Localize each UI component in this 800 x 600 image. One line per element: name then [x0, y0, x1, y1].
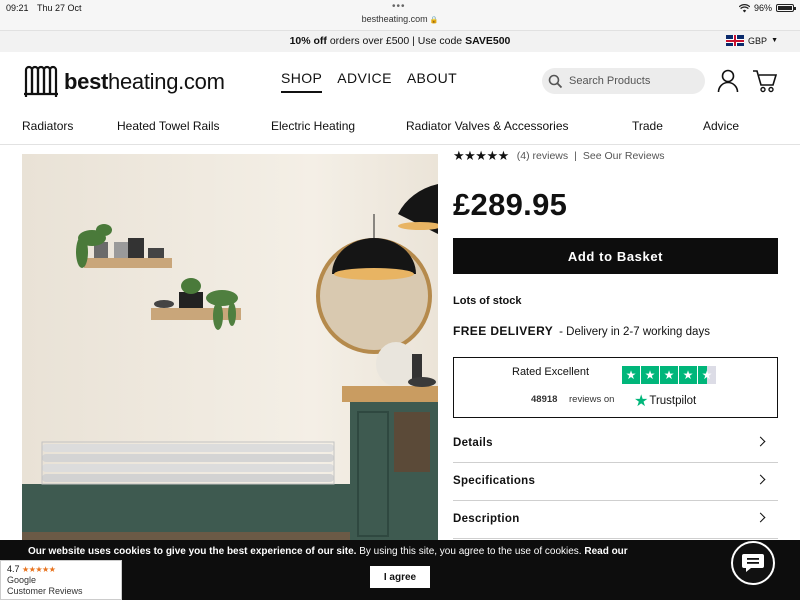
search-input[interactable]	[569, 75, 689, 87]
accordion-details-label: Details	[453, 437, 493, 449]
currency-selector[interactable]: GBP ▼	[726, 35, 778, 46]
chat-bubble-icon	[742, 554, 764, 572]
page: 09:21 Thu 27 Oct ••• bestheating.com 🔒 96…	[0, 0, 800, 600]
nav-advice[interactable]: ADVICE	[337, 70, 392, 93]
lock-icon: 🔒	[429, 17, 439, 24]
category-electric-heating[interactable]: Electric Heating	[271, 119, 355, 133]
main-nav: SHOP ADVICE ABOUT	[281, 70, 457, 93]
rating-separator: |	[574, 150, 577, 162]
accordion-specifications-label: Specifications	[453, 475, 536, 487]
category-trade[interactable]: Trade	[632, 119, 663, 133]
address-bar[interactable]: bestheating.com 🔒	[0, 14, 800, 24]
trustpilot-count: 48918	[531, 394, 560, 405]
trustpilot-reviews-on: reviews on	[569, 394, 615, 405]
basket-icon[interactable]	[752, 69, 778, 93]
product-image[interactable]	[22, 154, 438, 554]
status-right: 96%	[738, 3, 796, 13]
logo-radiator-icon	[24, 65, 58, 97]
rating-stars-icon: ★★★★★	[453, 148, 509, 163]
trustpilot-star-logo-icon: ★	[634, 393, 649, 410]
product-price: £289.95	[453, 187, 568, 222]
promo-offer: 10% off	[289, 35, 327, 47]
cookie-message-bold: Our website uses cookies to give you the…	[28, 546, 357, 557]
nav-shop[interactable]: SHOP	[281, 70, 323, 93]
google-rating: 4.7	[7, 564, 20, 574]
add-to-basket-button[interactable]: Add to Basket	[453, 238, 778, 274]
trustpilot-star-icon: ★	[679, 366, 697, 384]
uk-flag-icon	[726, 35, 745, 46]
category-nav: Radiators Heated Towel Rails Electric He…	[0, 119, 800, 145]
logo-text-bold: best	[64, 69, 109, 94]
category-heated-towel-rails[interactable]: Heated Towel Rails	[117, 119, 220, 133]
delivery-detail: - Delivery in 2-7 working days	[559, 326, 710, 338]
delivery-label: FREE DELIVERY	[453, 324, 554, 338]
search-box[interactable]	[542, 68, 705, 94]
see-reviews-link[interactable]: See Our Reviews	[583, 150, 665, 162]
logo-text-rest: heating.com	[108, 69, 225, 94]
chevron-right-icon	[755, 512, 766, 523]
accordion-details[interactable]: Details	[453, 425, 778, 463]
google-reviews-badge[interactable]: 4.7 ★★★★★ Google Customer Reviews	[0, 560, 122, 600]
accordion-description[interactable]: Description	[453, 501, 778, 539]
cookie-agree-button[interactable]: I agree	[370, 566, 430, 588]
cookie-message: Our website uses cookies to give you the…	[28, 546, 628, 557]
promo-condition: orders over £500 | Use code	[326, 35, 466, 47]
category-radiators[interactable]: Radiators	[22, 119, 73, 133]
delivery-info: FREE DELIVERY - Delivery in 2-7 working d…	[453, 324, 710, 338]
chevron-right-icon	[755, 474, 766, 485]
wifi-icon	[738, 3, 750, 12]
trustpilot-star-icon: ★	[622, 366, 640, 384]
chevron-right-icon	[755, 436, 766, 447]
trustpilot-rated: Rated Excellent	[512, 366, 590, 378]
cookie-read-more-link[interactable]: Read our	[584, 546, 627, 557]
product-photo-illustration	[22, 154, 438, 554]
accordion-description-label: Description	[453, 513, 520, 525]
caret-down-icon: ▼	[771, 37, 778, 44]
trustpilot-star-icon: ★	[660, 366, 678, 384]
category-valves-accessories[interactable]: Radiator Valves & Accessories	[406, 119, 569, 133]
search-icon	[548, 74, 563, 88]
currency-label: GBP	[748, 35, 768, 46]
status-date: Thu 27 Oct	[37, 3, 82, 13]
logo-text: bestheating.com	[64, 69, 225, 95]
trustpilot-count-number: 48918	[531, 394, 558, 405]
trustpilot-brand: Trustpilot	[649, 395, 697, 407]
tab-dots-icon[interactable]: •••	[392, 1, 406, 12]
promo-bar: 10% off orders over £500 | Use code SAVE…	[0, 30, 800, 52]
promo-code: SAVE500	[465, 35, 511, 47]
trustpilot-star-icon: ★	[641, 366, 659, 384]
promo-text: 10% off orders over £500 | Use code SAVE…	[0, 35, 800, 47]
status-time: 09:21	[6, 3, 29, 13]
trustpilot-widget[interactable]: Rated Excellent ★ ★ ★ ★ ★ 48918 reviews …	[453, 357, 778, 418]
trustpilot-logo: ★ Trustpilot	[634, 391, 696, 411]
chat-button[interactable]	[731, 541, 775, 585]
google-label: Google	[7, 575, 37, 585]
url-text: bestheating.com	[361, 14, 428, 24]
site-logo[interactable]: bestheating.com	[22, 64, 225, 100]
battery-percent: 96%	[753, 3, 772, 13]
trustpilot-stars: ★ ★ ★ ★ ★	[622, 366, 716, 384]
nav-about[interactable]: ABOUT	[407, 70, 457, 93]
accordion-specifications[interactable]: Specifications	[453, 463, 778, 501]
product-rating: ★★★★★ (4) reviews | See Our Reviews	[453, 148, 665, 164]
cookie-message-rest: By using this site, you agree to the use…	[356, 546, 585, 557]
review-count-link[interactable]: (4) reviews	[517, 150, 568, 162]
account-icon[interactable]	[717, 69, 739, 93]
category-advice[interactable]: Advice	[703, 119, 739, 133]
google-stars-icon: ★★★★★	[22, 565, 56, 574]
trustpilot-half-star-icon: ★	[698, 366, 716, 384]
status-bar: 09:21 Thu 27 Oct ••• bestheating.com 🔒 96…	[0, 0, 800, 30]
battery-icon	[776, 4, 796, 12]
google-customer-reviews: Customer Reviews	[7, 586, 83, 596]
stock-status: Lots of stock	[453, 295, 522, 307]
